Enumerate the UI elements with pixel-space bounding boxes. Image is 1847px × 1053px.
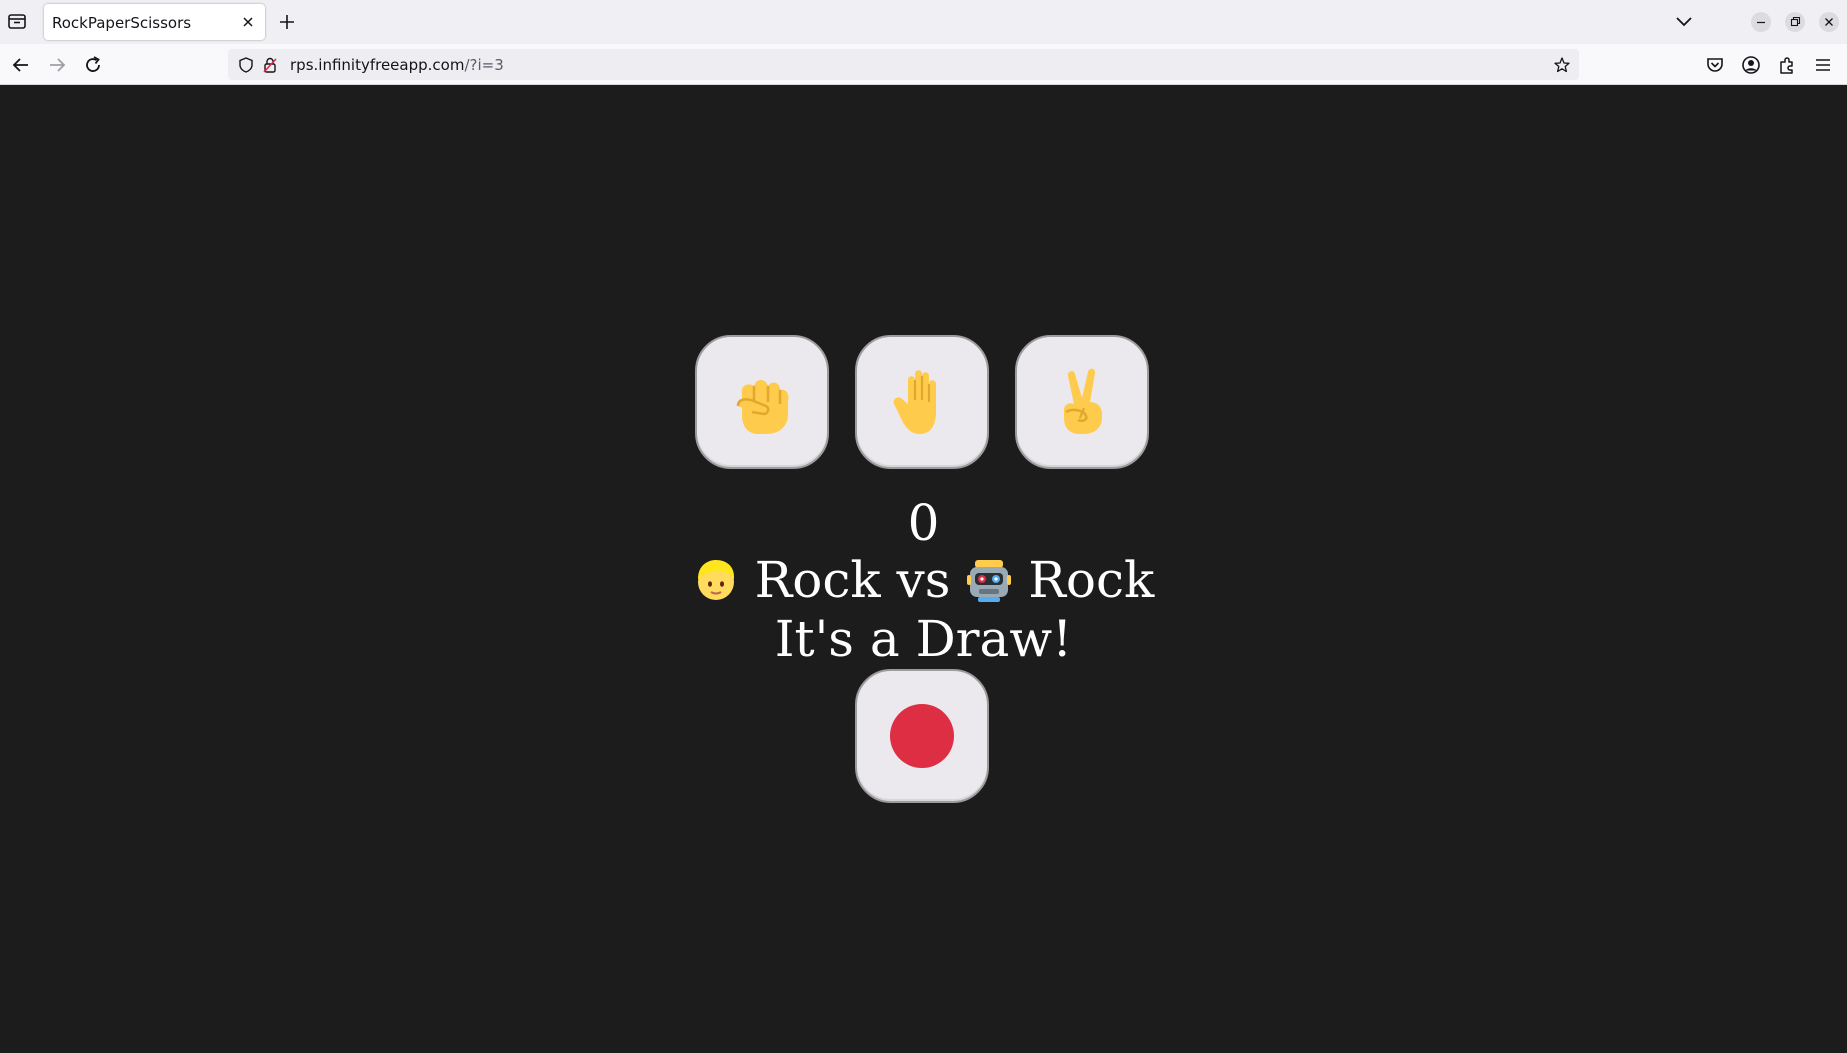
computer-choice: Rock [1028,551,1155,609]
tab-list-icon[interactable] [6,10,28,32]
reload-icon[interactable] [81,53,105,77]
paper-button[interactable] [855,335,989,469]
tracking-protection-shield-icon[interactable] [237,56,255,74]
new-tab-icon[interactable] [276,11,298,33]
forward-icon[interactable] [45,53,69,77]
robot-icon [967,560,1012,602]
rock-button[interactable] [695,335,829,469]
tab-active[interactable]: RockPaperScissors [44,4,265,40]
score-display: 0 [907,494,940,552]
victory-hand-icon [1064,368,1102,434]
reset-button[interactable] [855,669,989,803]
game-page: 0 Rock vs Rock It's a Draw! [0,85,1847,1053]
player-choice: Rock [754,551,881,609]
result-message: It's a Draw! [774,610,1073,668]
url-host: rps.infinityfreeapp.com [290,56,465,74]
back-icon[interactable] [9,53,33,77]
close-window-button[interactable] [1819,12,1839,32]
blond-person-icon [697,560,734,600]
tab-bar: RockPaperScissors [0,0,1847,44]
bookmark-star-icon[interactable] [1553,56,1571,74]
url-text[interactable]: rps.infinityfreeapp.com/?i=3 [290,56,504,74]
address-bar[interactable]: rps.infinityfreeapp.com/?i=3 [228,49,1579,80]
raised-hand-icon [893,370,936,434]
minimize-button[interactable] [1751,12,1771,32]
tab-title: RockPaperScissors [52,14,192,32]
extensions-icon[interactable] [1776,54,1798,76]
matchup-line: Rock vs Rock [0,551,1847,609]
insecure-lock-icon[interactable] [261,56,279,74]
close-tab-icon[interactable] [239,13,257,31]
url-path: /?i=3 [464,56,504,74]
account-icon[interactable] [1740,54,1762,76]
menu-icon[interactable] [1812,54,1834,76]
red-circle-icon [890,704,954,768]
scissors-button[interactable] [1015,335,1149,469]
raised-fist-icon [736,380,789,434]
list-all-tabs-icon[interactable] [1672,12,1696,32]
restore-button[interactable] [1785,12,1805,32]
pocket-icon[interactable] [1704,54,1726,76]
vs-label: vs [896,551,951,609]
navigation-bar: rps.infinityfreeapp.com/?i=3 [0,44,1847,85]
